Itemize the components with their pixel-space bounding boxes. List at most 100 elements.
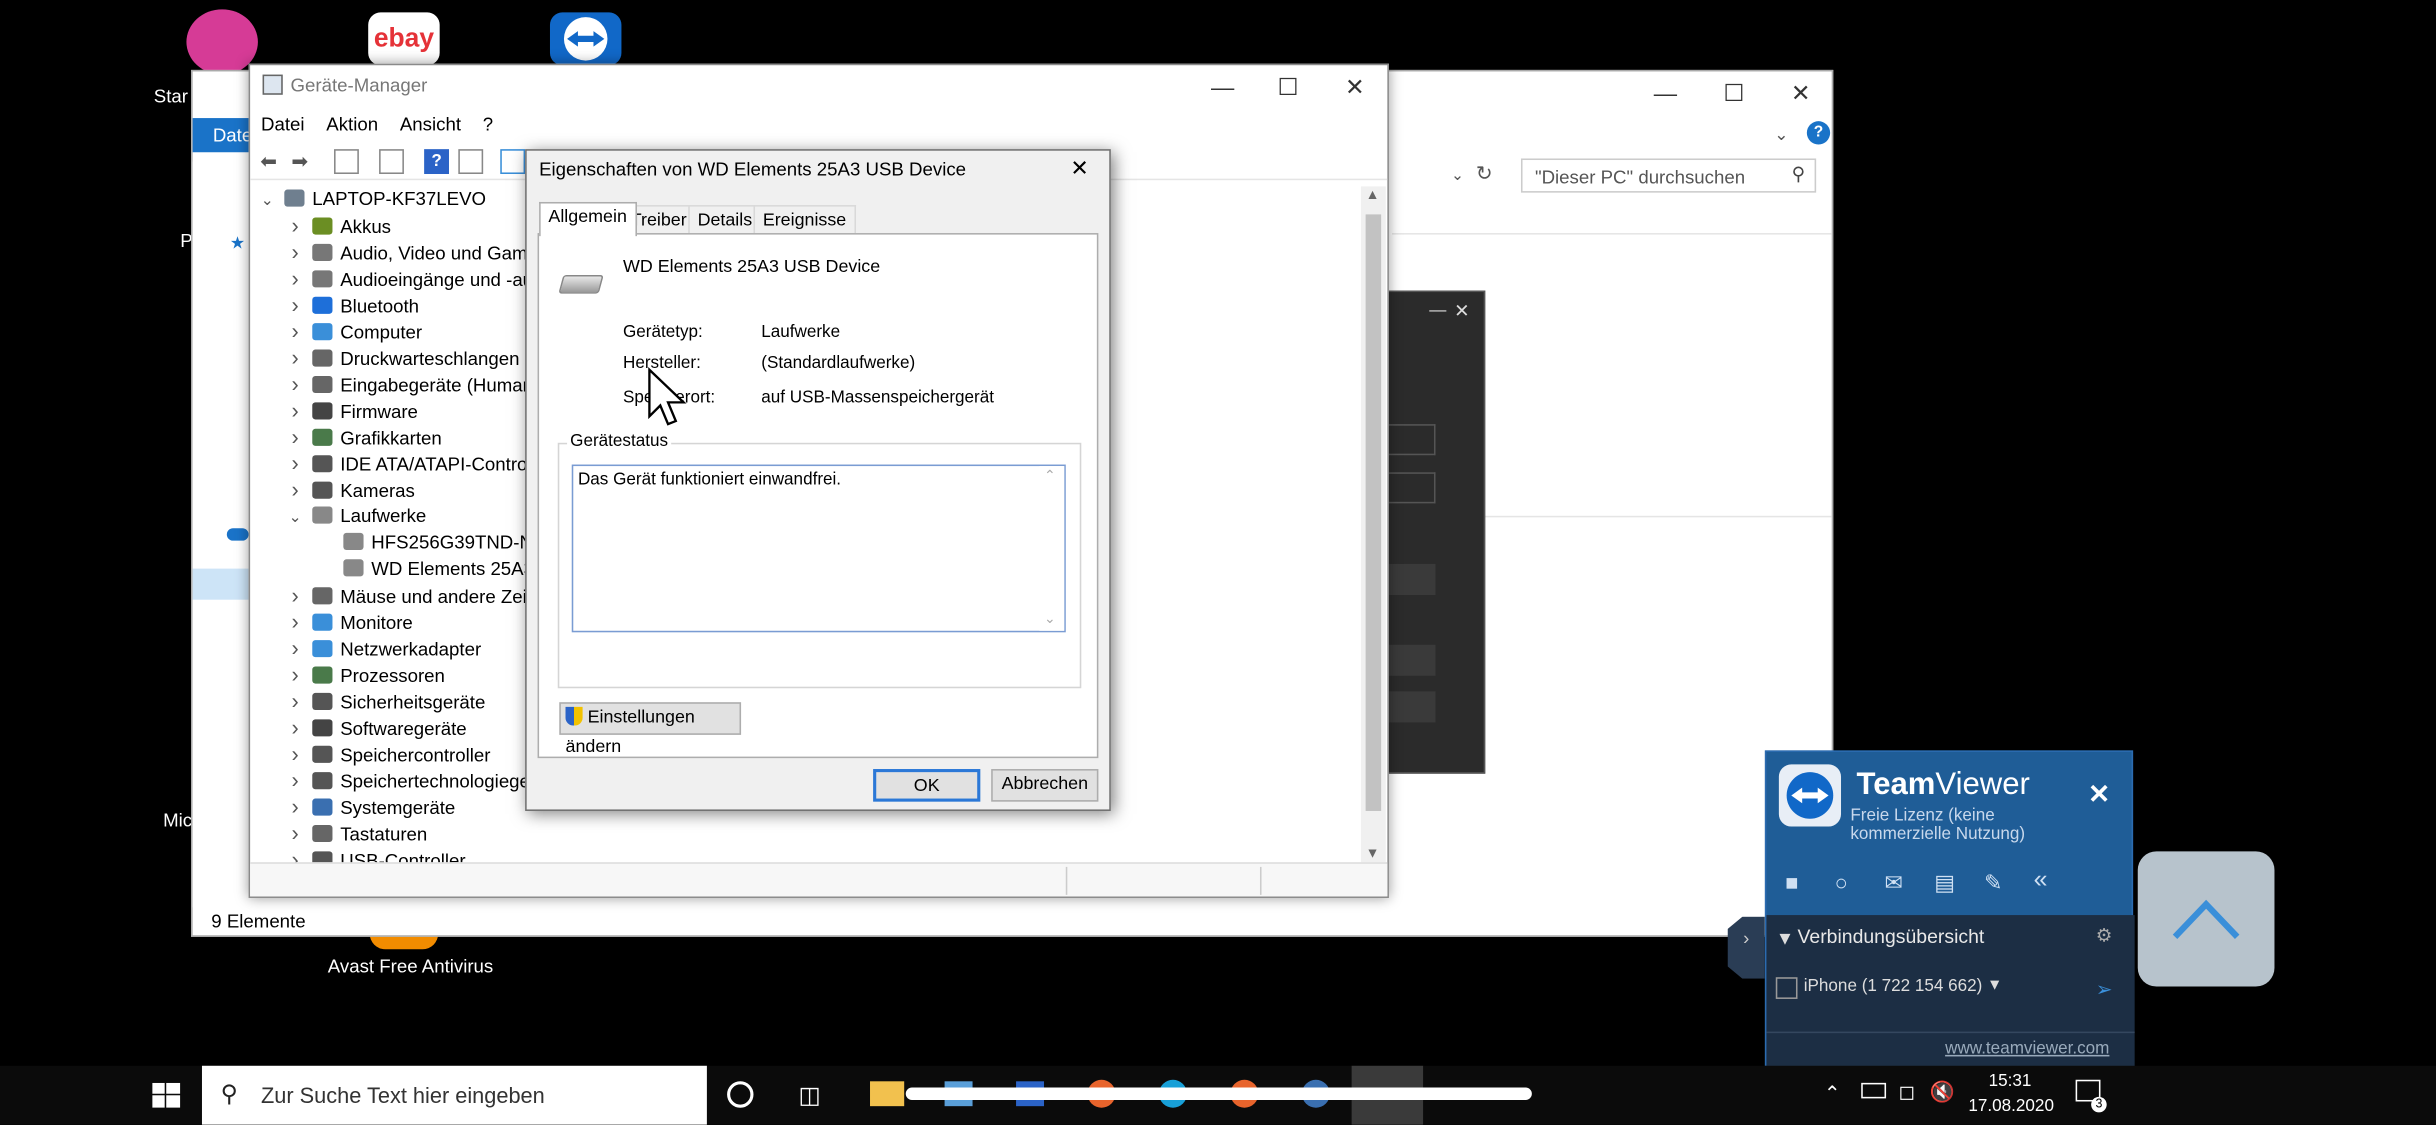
tree-node[interactable]: › Audio, Video und Game [284, 239, 538, 265]
task-view-icon[interactable]: ◫ [799, 1081, 821, 1109]
chevron-right-icon[interactable]: › [284, 213, 306, 239]
tree-node[interactable]: › Systemgeräte [284, 794, 456, 820]
dark-button[interactable] [1388, 644, 1436, 676]
clock-date[interactable]: 17.08.2020 [1968, 1097, 2054, 1116]
tab-details[interactable]: Details [688, 205, 762, 234]
chevron-right-icon[interactable]: › [284, 715, 306, 741]
teamviewer-panel[interactable]: TeamViewer Freie Lizenz (keine kommerzie… [1764, 750, 2135, 1068]
battery-icon[interactable] [1861, 1082, 1887, 1099]
chevron-right-icon[interactable]: › [284, 292, 306, 318]
list-view-icon[interactable] [379, 149, 404, 175]
chevron-right-icon[interactable]: › [284, 371, 306, 397]
dark-remote-window[interactable]: — ✕ [1387, 290, 1486, 774]
dark-minimize-button[interactable]: — [1429, 301, 1446, 320]
chat-icon[interactable]: ✉ [1885, 870, 1903, 896]
teamviewer-link[interactable]: www.teamviewer.com [1945, 1039, 2109, 1058]
menu-datei[interactable]: Datei [250, 109, 315, 140]
chevron-right-icon[interactable]: › [284, 741, 306, 767]
tree-node[interactable]: › Audioeingänge und -au [284, 266, 534, 292]
tree-node[interactable]: › Sicherheitsgeräte [284, 688, 486, 714]
tree-root[interactable]: ⌄ LAPTOP-KF37LEVO [256, 186, 486, 212]
tree-node[interactable]: › Speichercontroller [284, 741, 491, 767]
section-toggle-icon[interactable]: ▼ [1776, 927, 1794, 949]
chevron-right-icon[interactable]: › [284, 635, 306, 661]
help-icon[interactable]: ? [424, 149, 449, 175]
properties-icon[interactable] [458, 149, 484, 175]
scroll-up-icon[interactable]: ▲ [1366, 186, 1380, 202]
explorer-minimize-button[interactable]: — [1631, 71, 1699, 118]
desktop-label-avast[interactable]: Avast Free Antivirus [328, 955, 493, 977]
tab-allgemein[interactable]: Allgemein [539, 201, 637, 237]
help-icon[interactable]: ? [1806, 121, 1831, 145]
chevron-right-icon[interactable]: › [284, 609, 306, 635]
wifi-icon[interactable]: ◻ [1898, 1080, 1915, 1105]
chevron-right-icon[interactable]: › [284, 424, 306, 450]
pen-icon[interactable]: ✎ [1984, 870, 2002, 896]
pointer-icon[interactable]: ➢ [2096, 977, 2113, 1002]
scroll-up-button[interactable] [2137, 851, 2275, 987]
chevron-right-icon[interactable]: › [284, 583, 306, 609]
scroll-down-icon[interactable]: ▼ [1366, 845, 1380, 861]
refresh-icon[interactable]: ↻ [1476, 162, 1493, 187]
scroll-up-icon[interactable]: ⌃ [1044, 468, 1056, 485]
status-textbox[interactable]: Das Gerät funktioniert einwandfrei. ⌃ ⌄ [571, 464, 1066, 633]
clock-time[interactable]: 15:31 [1989, 1072, 2032, 1091]
tree-node[interactable]: › Tastaturen [284, 820, 428, 846]
chevron-down-icon[interactable]: ⌄ [284, 505, 306, 531]
cancel-button[interactable]: Abbrechen [991, 769, 1099, 802]
explorer-file-menu[interactable]: Date [192, 118, 255, 153]
quick-access-star-icon[interactable]: ★ [230, 233, 246, 254]
chevron-right-icon[interactable]: › [284, 794, 306, 820]
chevron-right-icon[interactable]: › [284, 847, 306, 864]
tree-node[interactable]: › Eingabegeräte (Human [284, 371, 533, 397]
video-icon[interactable]: ■ [1785, 870, 1798, 895]
ebay-icon[interactable]: ebay [368, 12, 440, 66]
chevron-right-icon[interactable]: › [284, 239, 306, 265]
tree-node[interactable]: WD Elements 25A3 U [315, 556, 553, 582]
explorer-search-input[interactable]: "Dieser PC" durchsuchen ⚲ [1520, 158, 1817, 193]
tree-node[interactable]: › Druckwarteschlangen [284, 345, 520, 371]
windows-start-icon[interactable] [152, 1082, 181, 1108]
menu-aktion[interactable]: Aktion [315, 109, 389, 140]
chevron-right-icon[interactable]: › [284, 345, 306, 371]
chevron-right-icon[interactable]: › [284, 820, 306, 846]
dropdown-icon[interactable]: ▼ [1987, 977, 2002, 994]
tree-node[interactable]: › Netzwerkadapter [284, 635, 482, 661]
teamviewer-close-button[interactable]: ✕ [2088, 780, 2110, 811]
dialog-close-button[interactable]: ✕ [1070, 155, 1088, 181]
explorer-close-button[interactable]: ✕ [1766, 71, 1834, 118]
chevron-right-icon[interactable]: › [284, 451, 306, 477]
volume-muted-icon[interactable]: 🔇 [1930, 1080, 1955, 1105]
monitor-scan-icon[interactable] [500, 149, 526, 175]
tree-node[interactable]: › Bluetooth [284, 292, 419, 318]
menu-help[interactable]: ? [472, 109, 504, 140]
devmgr-maximize-button[interactable]: ☐ [1254, 65, 1322, 112]
back-arrow-icon[interactable]: ⬅ [256, 149, 281, 174]
file-explorer-taskbar-icon[interactable] [870, 1081, 905, 1107]
explorer-maximize-button[interactable]: ☐ [1700, 71, 1768, 118]
gear-icon[interactable]: ⚙ [2096, 924, 2113, 946]
tree-node[interactable]: › Softwaregeräte [284, 715, 467, 741]
tree-vertical-scrollbar[interactable]: ▲ ▼ [1360, 186, 1386, 864]
this-pc-nav-item[interactable] [192, 568, 249, 600]
tree-node[interactable]: › Computer [284, 318, 423, 344]
tab-ereignisse[interactable]: Ereignisse [753, 205, 856, 234]
tree-node[interactable]: › Akkus [284, 213, 391, 239]
tree-node[interactable]: ⌄ Laufwerke [284, 503, 427, 531]
change-settings-button[interactable]: Einstellungen ändern [559, 702, 742, 757]
chevron-right-icon[interactable]: › [284, 266, 306, 292]
chevron-right-icon[interactable]: › [284, 318, 306, 344]
tree-node[interactable]: › Prozessoren [284, 662, 445, 688]
files-icon[interactable]: ▤ [1934, 870, 1955, 896]
chevron-down-icon[interactable]: ⌄ [256, 188, 278, 214]
status-scrollbar[interactable]: ⌃ ⌄ [1039, 466, 1065, 631]
chevron-right-icon[interactable]: › [284, 477, 306, 503]
taskbar-search-input[interactable]: ⚲ Zur Suche Text hier eingeben [201, 1065, 707, 1125]
onedrive-icon[interactable] [226, 528, 249, 541]
chevron-up-icon[interactable]: ⌃ [1824, 1081, 1841, 1106]
tree-node[interactable]: › Kameras [284, 477, 415, 503]
ok-button[interactable]: OK [873, 769, 981, 802]
chevron-right-icon[interactable]: › [284, 767, 306, 793]
tree-node[interactable]: › Grafikkarten [284, 424, 442, 450]
tree-node[interactable]: HFS256G39TND-N21 [315, 530, 554, 556]
